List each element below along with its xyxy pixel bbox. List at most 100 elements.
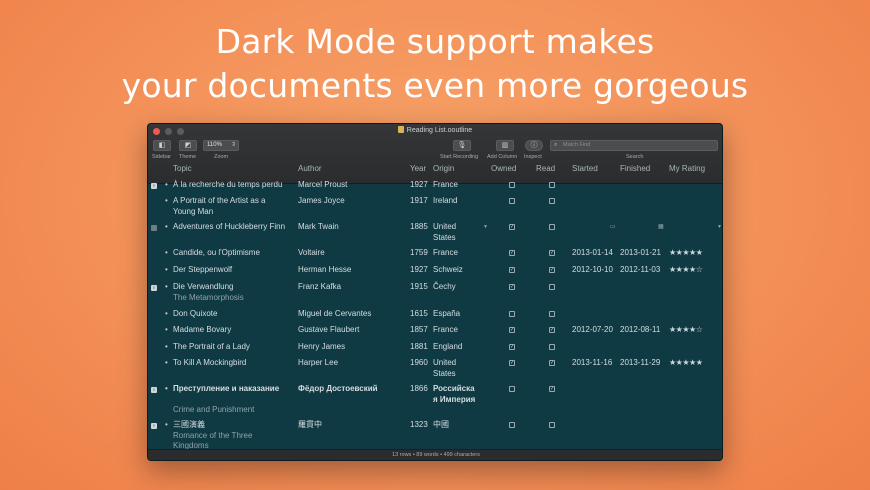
row-bullet-icon[interactable]: • (165, 325, 168, 336)
topic-cell[interactable]: To Kill A Mockingbird (173, 358, 246, 369)
owned-checkbox[interactable]: ✓ (509, 284, 515, 290)
year-cell[interactable]: 1615 (410, 309, 428, 320)
column-header-rating[interactable]: My Rating (669, 164, 705, 173)
rating-popup-arrow-icon[interactable]: ▼ (717, 222, 722, 233)
author-cell[interactable]: Voltaire (298, 248, 325, 259)
year-cell[interactable]: 1915 (410, 282, 428, 293)
read-checkbox[interactable] (549, 422, 555, 428)
owned-checkbox[interactable]: ✓ (509, 267, 515, 273)
origin-cell-line-2[interactable]: States (433, 233, 456, 244)
author-cell[interactable]: Harper Lee (298, 358, 338, 369)
rating-cell[interactable]: ★★★★☆ (669, 325, 703, 336)
topic-cell[interactable]: Madame Bovary (173, 325, 231, 336)
author-cell[interactable]: James Joyce (298, 196, 345, 207)
add-column-button[interactable]: ▥ (496, 140, 514, 151)
column-header-read[interactable]: Read (536, 164, 555, 173)
read-checkbox[interactable] (549, 311, 555, 317)
year-cell[interactable]: 1323 (410, 420, 428, 431)
read-checkbox[interactable]: ✓ (549, 386, 555, 392)
row-bullet-icon[interactable]: • (165, 309, 168, 320)
topic-cell[interactable]: Candide, ou l'Optimisme (173, 248, 260, 259)
row-note-icon[interactable]: ≡ (151, 183, 157, 189)
year-cell[interactable]: 1857 (410, 325, 428, 336)
rating-cell[interactable]: ★★★★★ (669, 248, 703, 259)
topic-cell[interactable]: Don Quixote (173, 309, 217, 320)
year-cell[interactable]: 1866 (410, 384, 428, 395)
author-cell[interactable]: Mark Twain (298, 222, 339, 233)
origin-popup-arrow-icon[interactable]: ▼ (483, 222, 488, 233)
read-checkbox[interactable]: ✓ (549, 267, 555, 273)
author-cell[interactable]: Miguel de Cervantes (298, 309, 371, 320)
start-recording-button[interactable]: 🎙 (453, 140, 471, 151)
row-note-icon[interactable] (151, 225, 157, 231)
year-cell[interactable]: 1885 (410, 222, 428, 233)
started-cell[interactable]: 2013-11-16 (572, 358, 612, 369)
owned-checkbox[interactable]: ✓ (509, 344, 515, 350)
theme-button[interactable]: ◩ (179, 140, 197, 151)
read-checkbox[interactable] (549, 284, 555, 290)
origin-cell[interactable]: France (433, 248, 458, 259)
topic-note[interactable]: The Metamorphosis (173, 293, 244, 304)
year-cell[interactable]: 1927 (410, 180, 428, 191)
topic-cell-line-2[interactable]: Young Man (173, 207, 213, 218)
origin-cell[interactable]: 中國 (433, 420, 449, 431)
rating-cell[interactable]: ★★★★☆ (669, 265, 703, 276)
topic-cell[interactable]: Die Verwandlung (173, 282, 233, 293)
column-header-started[interactable]: Started (572, 164, 598, 173)
read-checkbox[interactable]: ✓ (549, 360, 555, 366)
owned-checkbox[interactable] (509, 182, 515, 188)
origin-cell[interactable]: España (433, 309, 460, 320)
year-cell[interactable]: 1881 (410, 342, 428, 353)
row-bullet-icon[interactable]: • (165, 265, 168, 276)
owned-checkbox[interactable] (509, 198, 515, 204)
rating-cell[interactable]: ★★★★★ (669, 358, 703, 369)
row-bullet-icon[interactable]: • (165, 420, 168, 431)
origin-cell[interactable]: France (433, 325, 458, 336)
read-checkbox[interactable] (549, 224, 555, 230)
author-cell[interactable]: Henry James (298, 342, 345, 353)
sidebar-button[interactable]: ◧ (153, 140, 171, 151)
column-header-topic[interactable]: Topic (173, 164, 192, 173)
row-bullet-icon[interactable]: • (165, 196, 168, 207)
search-input[interactable]: ⌕ Match Find (550, 140, 718, 151)
finished-cell[interactable]: 2012-08-11 (620, 325, 660, 336)
owned-checkbox[interactable] (509, 311, 515, 317)
zoom-field[interactable]: 110% ⇕ (203, 140, 239, 151)
owned-checkbox[interactable]: ✓ (509, 327, 515, 333)
author-cell[interactable]: Franz Kafka (298, 282, 341, 293)
finished-cell[interactable]: 2012-11-03 (620, 265, 660, 276)
author-cell[interactable]: Herman Hesse (298, 265, 351, 276)
column-header-origin[interactable]: Origin (433, 164, 454, 173)
topic-note[interactable]: Crime and Punishment (173, 405, 254, 416)
origin-cell[interactable]: Российска (433, 384, 475, 395)
row-note-icon[interactable]: ≡ (151, 423, 157, 429)
read-checkbox[interactable]: ✓ (549, 250, 555, 256)
finished-cell[interactable]: 2013-11-29 (620, 358, 660, 369)
row-note-icon[interactable]: ≡ (151, 285, 157, 291)
topic-note[interactable]: Romance of the Three (173, 431, 252, 442)
read-checkbox[interactable] (549, 198, 555, 204)
zoom-stepper-icon[interactable]: ⇕ (231, 141, 236, 150)
topic-cell[interactable]: Преступление и наказание (173, 384, 279, 395)
owned-checkbox[interactable]: ✓ (509, 360, 515, 366)
owned-checkbox[interactable] (509, 386, 515, 392)
row-note-icon[interactable]: ≡ (151, 387, 157, 393)
origin-cell[interactable]: Schweiz (433, 265, 463, 276)
started-cell[interactable]: 2012-07-20 (572, 325, 613, 336)
topic-cell[interactable]: The Portrait of a Lady (173, 342, 250, 353)
column-header-author[interactable]: Author (298, 164, 322, 173)
started-cell[interactable]: 2013-01-14 (572, 248, 613, 259)
row-bullet-icon[interactable]: • (165, 342, 168, 353)
origin-cell-line-2[interactable]: States (433, 369, 456, 380)
topic-cell[interactable]: À la recherche du temps perdu (173, 180, 282, 191)
origin-cell[interactable]: France (433, 180, 458, 191)
topic-cell[interactable]: 三國演義 (173, 420, 205, 431)
column-header-finished[interactable]: Finished (620, 164, 650, 173)
owned-checkbox[interactable]: ✓ (509, 250, 515, 256)
row-bullet-icon[interactable]: • (165, 248, 168, 259)
topic-cell[interactable]: Der Steppenwolf (173, 265, 232, 276)
column-header-owned[interactable]: Owned (491, 164, 516, 173)
topic-cell[interactable]: Adventures of Huckleberry Finn (173, 222, 285, 233)
origin-cell[interactable]: United (433, 358, 456, 369)
read-checkbox[interactable] (549, 182, 555, 188)
